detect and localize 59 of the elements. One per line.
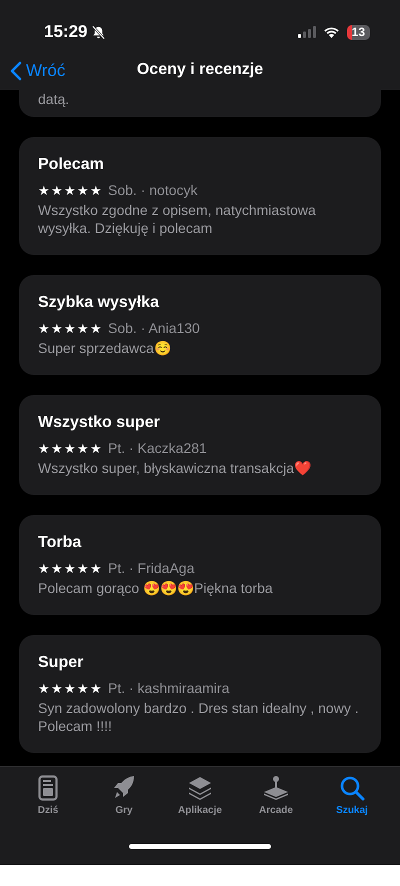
screen-title: Oceny i recenzje xyxy=(136,60,264,80)
status-time: 15:29 xyxy=(44,21,88,44)
review-text: Wszystko zgodne z opisem, natychmiastowa wysyłka. Dziękuję i polecam xyxy=(38,201,317,237)
review-title: Super xyxy=(38,653,84,673)
review-text: Super sprzedawca☺ xyxy=(38,339,172,357)
search-icon xyxy=(339,775,365,801)
star-icon: ★ xyxy=(51,562,63,574)
review-title: Torba xyxy=(38,533,82,553)
star-icon: ★ xyxy=(77,322,89,334)
review-meta: Sob. · notocyk xyxy=(108,181,198,199)
layers-icon xyxy=(187,775,213,801)
star-icon: ★ xyxy=(38,562,50,574)
battery-indicator: 13 xyxy=(346,24,370,40)
star-icon: ★ xyxy=(64,442,76,454)
star-icon: ★ xyxy=(90,562,102,574)
review-text: Syn zadowolony bardzo . Dres stan idealny , nowy . Polecam !!!! xyxy=(38,699,360,735)
review-title: Wszystko super xyxy=(38,413,161,433)
review-title: Szybka wysyłka xyxy=(38,293,160,313)
star-icon: ★ xyxy=(77,442,89,454)
star-icon: ★ xyxy=(38,322,50,334)
review-meta: Pt. · FridaAga xyxy=(108,559,194,577)
joystick-icon xyxy=(263,775,289,801)
star-icon: ★ xyxy=(90,682,102,694)
tab-bar-item[interactable]: Dziś xyxy=(18,775,78,825)
back-button[interactable]: Wróć xyxy=(10,58,66,84)
star-icon: ★ xyxy=(64,682,76,694)
document-icon xyxy=(38,775,58,801)
review-meta: Pt. · Kaczka281 xyxy=(108,439,207,457)
rocket-icon xyxy=(112,775,136,801)
star-icon: ★ xyxy=(51,682,63,694)
star-icon: ★ xyxy=(90,322,102,334)
tab-bar-item[interactable]: Szukaj xyxy=(322,775,382,825)
review-meta: Sob. · Ania130 xyxy=(108,319,200,337)
star-icon: ★ xyxy=(51,184,63,196)
star-icon: ★ xyxy=(64,322,76,334)
star-icon: ★ xyxy=(51,322,63,334)
wifi-icon xyxy=(322,26,340,38)
star-icon: ★ xyxy=(90,442,102,454)
review-title: Polecam xyxy=(38,155,105,175)
review-text: Wszystko super, błyskawiczna transakcja❤ xyxy=(38,459,312,477)
star-icon: ★ xyxy=(38,682,50,694)
signal-icon xyxy=(298,26,316,38)
review-text: Polecam gorąco 😍😍😍Piękna torba xyxy=(38,579,274,597)
star-icon: ★ xyxy=(77,562,89,574)
star-icon: ★ xyxy=(38,184,50,196)
review-meta: Pt. · kashmiraamira xyxy=(108,679,230,697)
star-icon: ★ xyxy=(64,184,76,196)
star-icon: ★ xyxy=(64,562,76,574)
tab-bar-item[interactable]: Aplikacje xyxy=(170,775,230,825)
star-icon: ★ xyxy=(90,184,102,196)
star-icon: ★ xyxy=(77,184,89,196)
chevron-left-icon xyxy=(10,60,22,81)
tab-bar-item[interactable]: Gry xyxy=(94,775,154,825)
star-icon: ★ xyxy=(51,442,63,454)
tab-bar-item[interactable]: Arcade xyxy=(246,775,306,825)
star-icon: ★ xyxy=(38,442,50,454)
star-icon: ★ xyxy=(77,682,89,694)
bell-slash-icon xyxy=(91,24,106,40)
review-text: datą. xyxy=(38,90,70,108)
